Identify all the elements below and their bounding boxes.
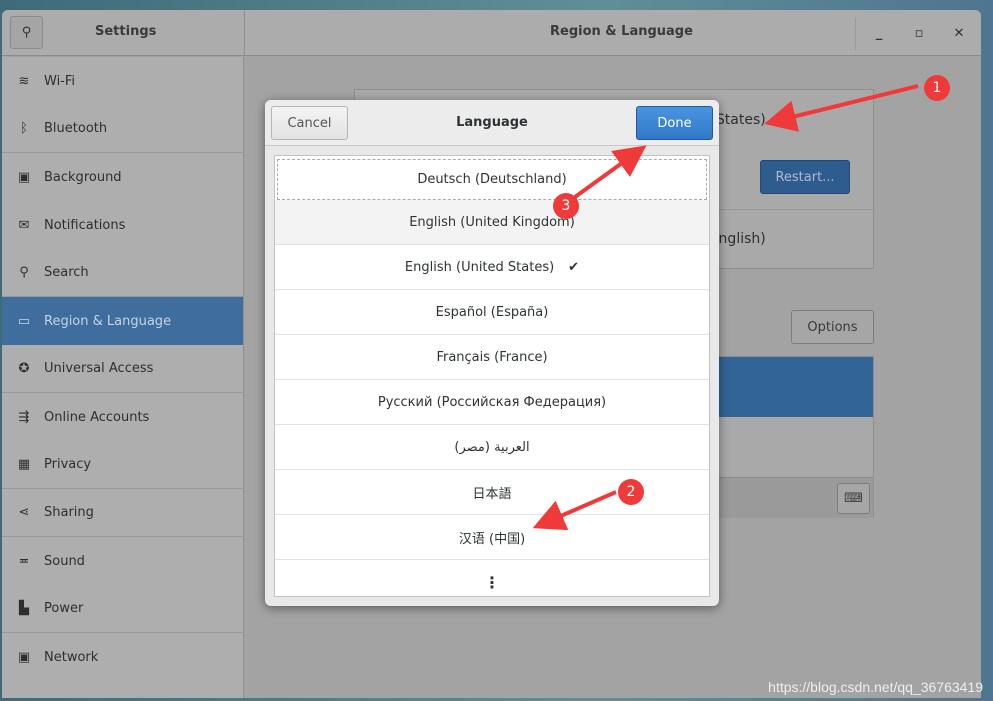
arrow-2: [532, 490, 617, 531]
annotation-arrows: [532, 84, 919, 531]
arrow-3: [573, 145, 647, 199]
annotation-badge-3: 3: [553, 193, 579, 219]
annotation-badge-1: 1: [924, 75, 950, 101]
annotation-badge-2: 2: [618, 479, 644, 505]
arrow-1: [764, 84, 919, 132]
watermark: https://blog.csdn.net/qq_36763419: [768, 679, 983, 695]
